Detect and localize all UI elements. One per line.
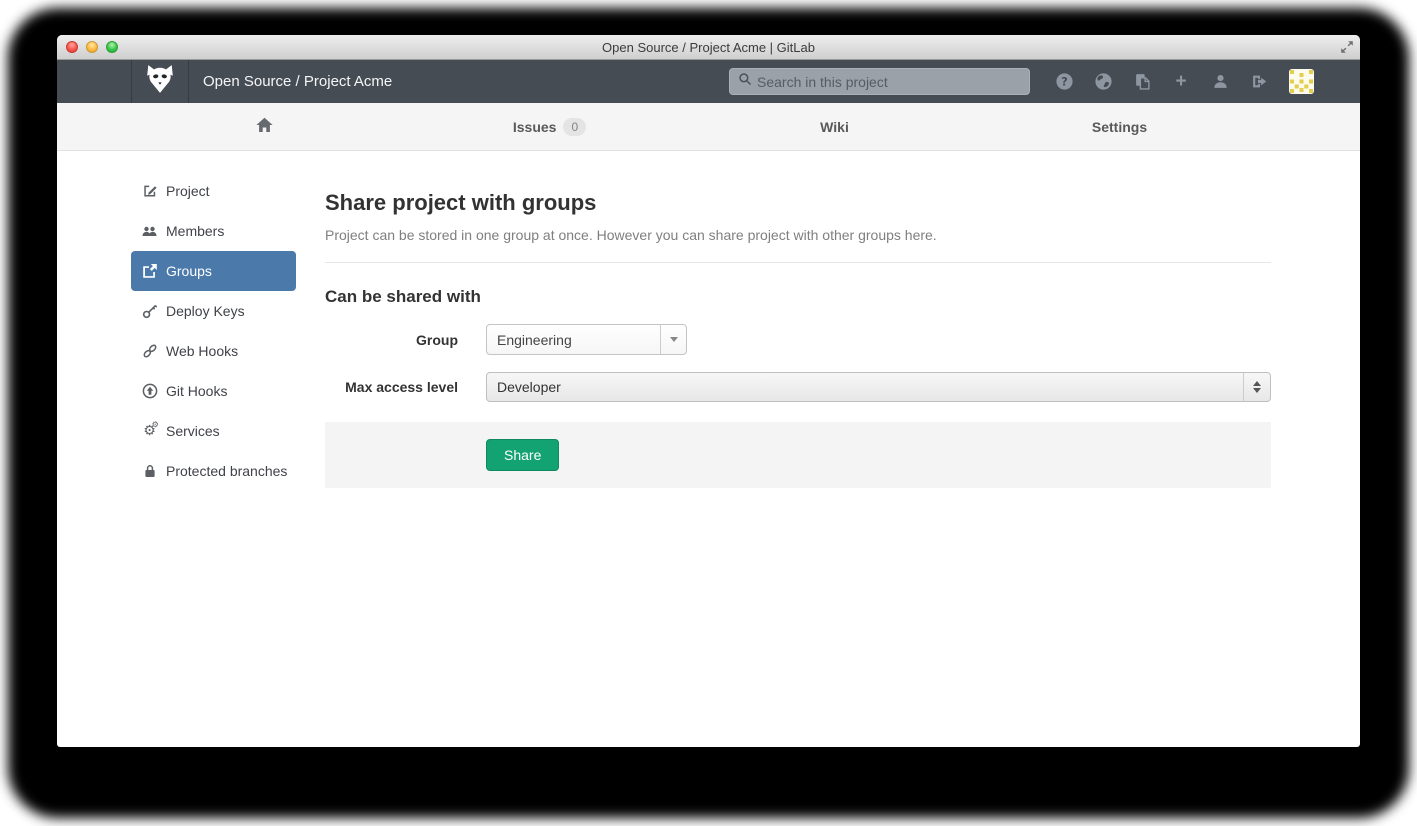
minimize-button[interactable] (86, 41, 98, 53)
nav-settings-label: Settings (1092, 119, 1147, 135)
page-title: Share project with groups (325, 190, 1271, 216)
nav-issues-label: Issues (513, 119, 557, 135)
sidebar-item-label: Groups (166, 263, 212, 279)
link-icon (141, 343, 158, 359)
users-icon (141, 223, 158, 239)
profile-user-icon[interactable] (1211, 73, 1229, 91)
resize-icon[interactable] (1340, 40, 1354, 59)
gears-icon: ⚙⚙ (141, 423, 158, 439)
close-button[interactable] (66, 41, 78, 53)
home-icon (255, 116, 274, 137)
settings-sidebar: Project Members Groups (131, 151, 296, 491)
window-title: Open Source / Project Acme | GitLab (57, 40, 1360, 55)
project-nav-inner: Issues 0 Wiki Settings (122, 103, 1262, 150)
mac-window: Open Source / Project Acme | GitLab (57, 35, 1360, 747)
share-icon (141, 263, 158, 279)
sidebar-item-label: Deploy Keys (166, 303, 245, 319)
gitlab-logo[interactable] (131, 60, 189, 103)
group-label: Group (325, 332, 458, 348)
new-project-plus-icon[interactable]: + (1172, 73, 1190, 91)
share-button[interactable]: Share (486, 439, 559, 471)
form-row-group: Group Engineering (325, 324, 1271, 355)
header-icons: ? + (1055, 73, 1268, 91)
gitlab-fox-icon (143, 63, 177, 100)
max-access-label: Max access level (325, 379, 458, 395)
sidebar-item-label: Protected branches (166, 463, 287, 479)
nav-item-wiki[interactable]: Wiki (692, 103, 977, 150)
nav-wiki-label: Wiki (820, 119, 849, 135)
sidebar-item-web-hooks[interactable]: Web Hooks (131, 331, 296, 371)
sidebar-item-groups[interactable]: Groups (131, 251, 296, 291)
section-heading: Can be shared with (325, 287, 1271, 307)
sidebar-item-members[interactable]: Members (131, 211, 296, 251)
select-stepper-icon (1243, 373, 1270, 401)
help-icon[interactable]: ? (1055, 73, 1073, 91)
key-icon (141, 303, 158, 319)
section-divider (325, 262, 1271, 263)
group-select[interactable]: Engineering (486, 324, 687, 355)
logout-icon[interactable] (1250, 73, 1268, 91)
header-right: ? + (729, 68, 1314, 95)
group-select-arrow (660, 325, 686, 354)
traffic-lights (66, 41, 118, 53)
search-icon (738, 72, 752, 91)
main-panel: Share project with groups Project can be… (325, 151, 1271, 491)
window-titlebar[interactable]: Open Source / Project Acme | GitLab (57, 35, 1360, 60)
search-input[interactable] (757, 74, 1021, 90)
edit-icon (141, 183, 158, 199)
screen: Open Source / Project Acme | GitLab (0, 0, 1417, 826)
sidebar-item-label: Members (166, 223, 224, 239)
arrow-circle-up-icon (141, 383, 158, 399)
max-access-select-value: Developer (487, 379, 1243, 395)
sidebar-item-label: Git Hooks (166, 383, 227, 399)
content-area: Project Members Groups (57, 151, 1360, 491)
nav-item-home[interactable] (122, 103, 407, 150)
sidebar-item-services[interactable]: ⚙⚙ Services (131, 411, 296, 451)
sidebar-item-git-hooks[interactable]: Git Hooks (131, 371, 296, 411)
app-header: Open Source / Project Acme ? (57, 60, 1360, 103)
sidebar-item-protected-branches[interactable]: Protected branches (131, 451, 296, 491)
copy-snippets-icon[interactable] (1133, 73, 1151, 91)
chevron-down-icon (670, 337, 678, 342)
svg-text:?: ? (1061, 75, 1067, 88)
zoom-button[interactable] (106, 41, 118, 53)
group-select-value: Engineering (487, 332, 660, 348)
sidebar-item-label: Web Hooks (166, 343, 238, 359)
header-spacer (57, 60, 131, 103)
sidebar-item-label: Project (166, 183, 210, 199)
header-project-title: Open Source / Project Acme (203, 73, 392, 90)
form-row-max-access: Max access level Developer (325, 372, 1271, 402)
nav-item-settings[interactable]: Settings (977, 103, 1262, 150)
lock-icon (141, 463, 158, 479)
search-box[interactable] (729, 68, 1030, 95)
sidebar-item-project[interactable]: Project (131, 171, 296, 211)
sidebar-item-label: Services (166, 423, 220, 439)
user-avatar-identicon[interactable] (1289, 69, 1314, 94)
explore-globe-icon[interactable] (1094, 73, 1112, 91)
project-nav: Issues 0 Wiki Settings (57, 103, 1360, 151)
nav-item-issues[interactable]: Issues 0 (407, 103, 692, 150)
issues-count-badge: 0 (563, 118, 586, 136)
max-access-select[interactable]: Developer (486, 372, 1271, 402)
form-actions: Share (325, 422, 1271, 488)
sidebar-item-deploy-keys[interactable]: Deploy Keys (131, 291, 296, 331)
page-description: Project can be stored in one group at on… (325, 227, 1271, 243)
